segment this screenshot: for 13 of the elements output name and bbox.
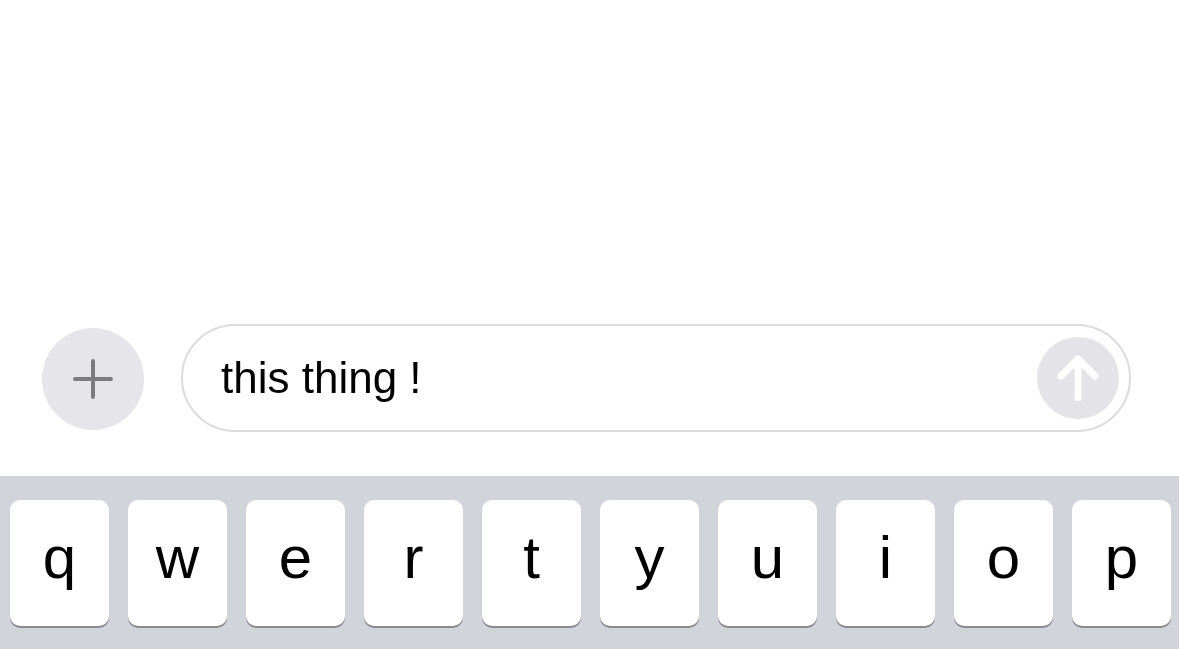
keyboard-key[interactable]: o (954, 500, 1053, 626)
arrow-up-icon (1057, 355, 1099, 401)
keyboard-key[interactable]: e (246, 500, 345, 626)
keyboard-key[interactable]: q (10, 500, 109, 626)
plus-icon (73, 359, 113, 399)
keyboard-key[interactable]: u (718, 500, 817, 626)
keyboard-key[interactable]: y (600, 500, 699, 626)
keyboard-key[interactable]: w (128, 500, 227, 626)
keyboard-key[interactable]: r (364, 500, 463, 626)
keyboard-key[interactable]: i (836, 500, 935, 626)
keyboard-key[interactable]: t (482, 500, 581, 626)
keyboard-key[interactable]: p (1072, 500, 1171, 626)
message-field[interactable]: this thing ! (181, 324, 1131, 432)
